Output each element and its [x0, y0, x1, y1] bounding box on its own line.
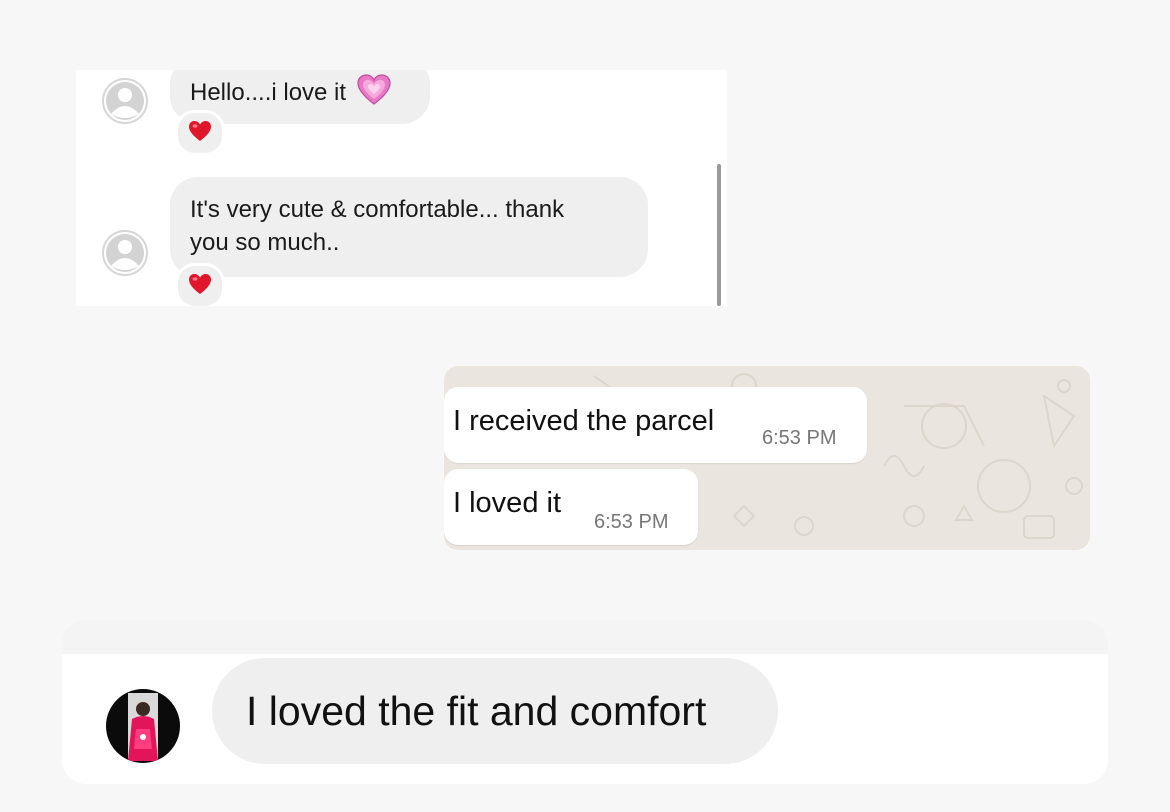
message-text-line-2: you so much.. [190, 229, 340, 256]
reaction-badge[interactable] [175, 110, 225, 156]
reaction-badge[interactable] [175, 263, 225, 306]
pink-heart-emoji-icon [357, 74, 391, 115]
message-text: I loved it [453, 487, 561, 519]
instagram-chat-panel: Hello....i love it It's very cute & comf… [76, 70, 727, 306]
red-heart-icon [188, 120, 212, 147]
message-timestamp: 6:53 PM [594, 511, 669, 533]
user-avatar[interactable] [106, 689, 180, 763]
whatsapp-chat-panel: I received the parcel 6:53 PM I loved it… [444, 366, 1090, 550]
scrollbar[interactable] [717, 164, 721, 306]
outgoing-message-bubble[interactable]: I received the parcel 6:53 PM [444, 387, 867, 463]
red-heart-icon [188, 273, 212, 300]
message-bubble[interactable]: I loved the fit and comfort [212, 658, 778, 764]
message-timestamp: 6:53 PM [762, 427, 837, 449]
message-text-line-1: It's very cute & comfortable... thank [190, 196, 565, 223]
default-avatar-icon[interactable] [102, 78, 148, 124]
message-text: I received the parcel [453, 405, 715, 437]
review-chat-panel: I loved the fit and comfort [62, 654, 1108, 784]
panel-top-shade [62, 620, 1108, 656]
message-bubble-2[interactable]: It's very cute & comfortable... thank yo… [170, 177, 648, 277]
message-text: I loved the fit and comfort [246, 688, 707, 734]
outgoing-message-bubble[interactable]: I loved it 6:53 PM [444, 469, 698, 545]
default-avatar-icon[interactable] [102, 230, 148, 276]
message-text: Hello....i love it [190, 79, 347, 106]
